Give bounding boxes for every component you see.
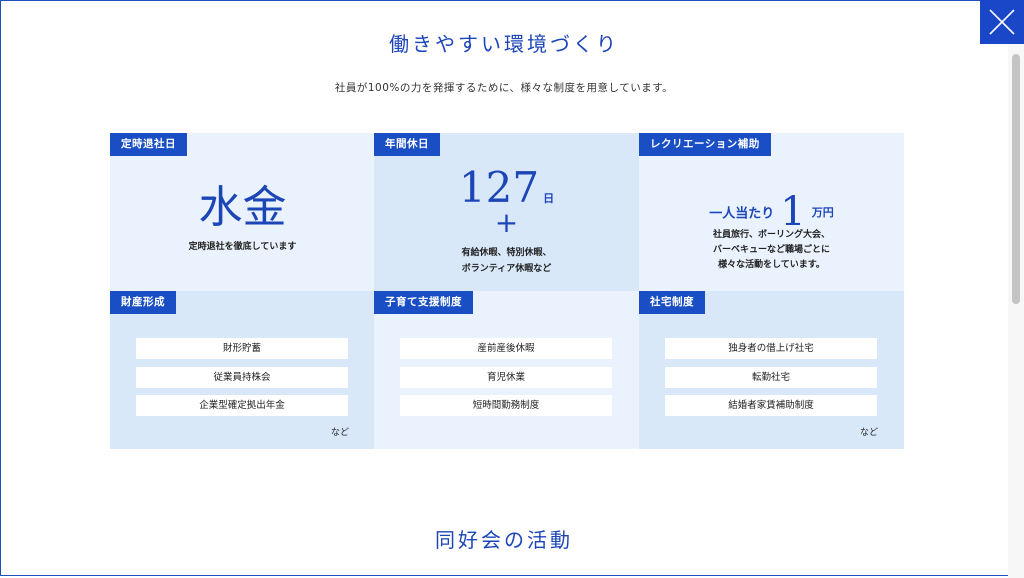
scrollbar-thumb[interactable]: [1012, 54, 1020, 304]
card-tag: 財産形成: [110, 291, 176, 314]
card-description-line3: 様々な活動をしています。: [718, 260, 825, 270]
card-description-line2: ボランティア休暇など: [461, 264, 552, 274]
list-item: 短時間勤務制度: [400, 395, 612, 416]
etc-label: など: [859, 428, 878, 438]
list-item: 結婚者家賃補助制度: [665, 395, 877, 416]
card-shataku: 社宅制度 独身者の借上げ社宅 転勤社宅 結婚者家賃補助制度 など: [639, 291, 904, 449]
card-teiji-taisha: 定時退社日 水金 定時退社を徹底しています: [110, 133, 375, 291]
etc-label: など: [330, 428, 349, 438]
card-tag: レクリエーション補助: [639, 133, 771, 156]
recreation-prefix: 一人当たり: [709, 206, 775, 222]
list-item: 財形貯蓄: [136, 338, 348, 359]
list-item: 育児休業: [400, 367, 612, 388]
card-nenkan-kyujitsu: 年間休日 127 日 + 有給休暇、特別休暇、 ボランティア休暇など: [374, 133, 639, 291]
card-recreation: レクリエーション補助 一人当たり 1 万円 社員旅行、ボーリング大会、 バーベキュー…: [639, 133, 904, 291]
list-item: 転勤社宅: [665, 367, 877, 388]
card-description-line1: 有給休暇、特別休暇、: [461, 248, 552, 258]
list-item: 従業員持株会: [136, 367, 348, 388]
big-value: 水金: [198, 182, 287, 233]
card-kosodate-shien: 子育て支援制度 産前産後休暇 育児休業 短時間勤務制度: [374, 291, 639, 449]
holiday-number: 127: [458, 163, 540, 212]
card-tag: 子育て支援制度: [374, 291, 473, 314]
plus-sign: +: [494, 206, 519, 239]
card-description-line2: バーベキューなど職場ごとに: [712, 245, 830, 255]
card-tag: 定時退社日: [110, 133, 187, 156]
recreation-unit: 万円: [811, 206, 834, 219]
scrollbar[interactable]: [1008, 44, 1024, 578]
list-item: 産前産後休暇: [400, 338, 612, 359]
list-item: 独身者の借上げ社宅: [665, 338, 877, 359]
card-description-line1: 社員旅行、ボーリング大会、: [712, 230, 830, 240]
holiday-unit: 日: [543, 192, 555, 205]
section-subtitle: 社員が100%の力を発揮するために、様々な制度を用意しています。: [334, 82, 674, 94]
card-description: 定時退社を徹底しています: [188, 242, 297, 252]
section-title-work-environment: 働きやすい環境づくり: [389, 32, 619, 56]
list-item: 企業型確定拠出年金: [136, 395, 348, 416]
card-tag: 社宅制度: [639, 291, 705, 314]
section-title-club-activities: 同好会の活動: [435, 528, 573, 552]
card-tag: 年間休日: [374, 133, 440, 156]
card-zaisan-keisei: 財産形成 財形貯蓄 従業員持株会 企業型確定拠出年金 など: [110, 291, 375, 449]
